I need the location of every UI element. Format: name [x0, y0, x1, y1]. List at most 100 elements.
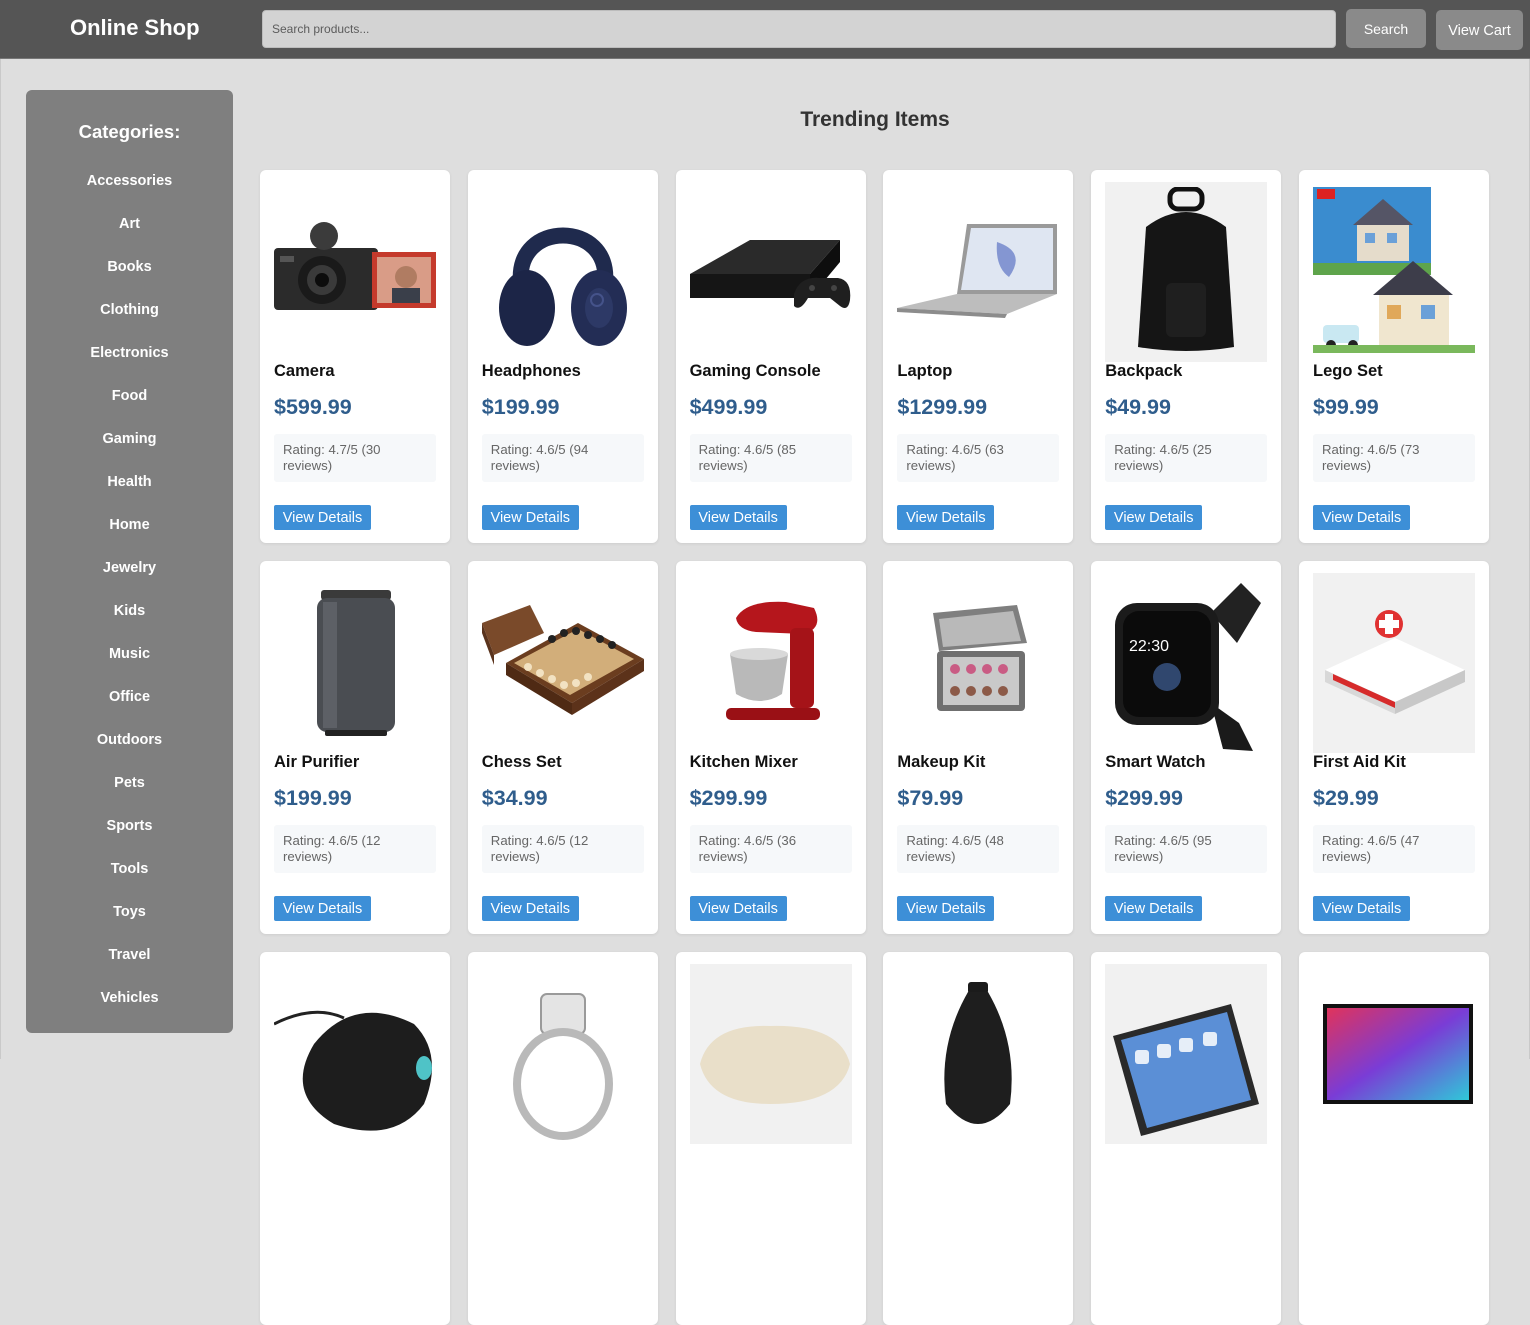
- product-image[interactable]: [482, 182, 644, 362]
- product-rating: Rating: 4.6/5 (36 reviews): [689, 825, 852, 873]
- product-image[interactable]: [897, 182, 1059, 362]
- product-image[interactable]: [1105, 182, 1268, 362]
- view-details-button[interactable]: View Details: [897, 896, 995, 921]
- view-details-button[interactable]: View Details: [1105, 896, 1203, 921]
- product-image[interactable]: 22:30: [1105, 573, 1267, 753]
- category-item-home[interactable]: Home: [26, 516, 233, 559]
- category-item-outdoors[interactable]: Outdoors: [26, 731, 233, 774]
- category-item-sports[interactable]: Sports: [26, 817, 233, 860]
- product-image[interactable]: [690, 573, 852, 753]
- product-name: Backpack: [1105, 362, 1183, 380]
- product-image[interactable]: [1312, 573, 1475, 753]
- view-details-button[interactable]: View Details: [1312, 896, 1410, 921]
- product-price: $49.99: [1105, 395, 1171, 419]
- category-item-books[interactable]: Books: [26, 258, 233, 301]
- view-cart-button[interactable]: View Cart: [1436, 10, 1523, 50]
- category-item-pets[interactable]: Pets: [26, 774, 233, 817]
- product-image[interactable]: [481, 573, 644, 753]
- product-image[interactable]: [897, 573, 1059, 753]
- category-item-tools[interactable]: Tools: [26, 860, 233, 903]
- view-details-button[interactable]: View Details: [897, 505, 995, 530]
- product-name: Gaming Console: [689, 362, 821, 380]
- product-card[interactable]: [467, 952, 658, 1325]
- category-item-electronics[interactable]: Electronics: [26, 344, 233, 387]
- product-card[interactable]: Laptop $1299.99 Rating: 4.6/5 (63 review…: [883, 170, 1074, 543]
- product-card[interactable]: Air Purifier $199.99 Rating: 4.6/5 (12 r…: [260, 561, 450, 934]
- category-item-travel[interactable]: Travel: [26, 946, 233, 989]
- view-details-button[interactable]: View Details: [481, 896, 579, 921]
- product-name: Air Purifier: [274, 753, 360, 771]
- product-image[interactable]: [1105, 964, 1268, 1144]
- product-image[interactable]: [1312, 182, 1475, 362]
- air-purifier-icon: [317, 590, 395, 736]
- product-image[interactable]: [482, 964, 644, 1144]
- mouse-icon: [274, 1010, 432, 1131]
- product-card[interactable]: 22:30 Smart Watch $299.99 Rating: 4.6/5 …: [1091, 561, 1282, 934]
- product-card[interactable]: [260, 952, 450, 1325]
- makeup-case-icon: [933, 605, 1028, 711]
- product-price: $1299.99: [897, 395, 988, 419]
- camera-icon: [274, 222, 436, 310]
- svg-text:22:30: 22:30: [1129, 638, 1169, 655]
- category-item-music[interactable]: Music: [26, 645, 233, 688]
- product-image[interactable]: [689, 182, 852, 362]
- product-card[interactable]: Chess Set $34.99 Rating: 4.6/5 (12 revie…: [467, 561, 658, 934]
- product-price: $499.99: [689, 395, 768, 419]
- product-image[interactable]: [1313, 964, 1475, 1144]
- product-card[interactable]: Gaming Console $499.99 Rating: 4.6/5 (85…: [675, 170, 866, 543]
- category-item-clothing[interactable]: Clothing: [26, 301, 233, 344]
- product-image[interactable]: [274, 182, 436, 362]
- search-input[interactable]: [262, 10, 1336, 48]
- category-sidebar: Categories: Accessories Art Books Clothi…: [26, 90, 233, 1033]
- view-details-button[interactable]: View Details: [274, 505, 371, 530]
- product-card[interactable]: [675, 952, 866, 1325]
- brand-title[interactable]: Online Shop: [70, 15, 200, 41]
- product-image[interactable]: [897, 964, 1059, 1144]
- product-card[interactable]: [883, 952, 1074, 1325]
- game-console-icon: [689, 240, 850, 308]
- product-name: First Aid Kit: [1312, 753, 1406, 771]
- product-rating: Rating: 4.6/5 (48 reviews): [897, 825, 1060, 873]
- view-details-button[interactable]: View Details: [1312, 505, 1410, 530]
- product-card[interactable]: [1298, 952, 1489, 1325]
- product-image[interactable]: [274, 573, 436, 753]
- product-card[interactable]: Backpack $49.99 Rating: 4.6/5 (25 review…: [1091, 170, 1282, 543]
- view-details-button[interactable]: View Details: [689, 896, 787, 921]
- pillow-icon: [699, 1025, 850, 1104]
- product-image[interactable]: [689, 964, 852, 1144]
- product-price: $299.99: [1105, 786, 1183, 810]
- product-card[interactable]: [1091, 952, 1282, 1325]
- product-name: Smart Watch: [1105, 753, 1206, 771]
- product-card[interactable]: First Aid Kit $29.99 Rating: 4.6/5 (47 r…: [1298, 561, 1489, 934]
- view-details-button[interactable]: View Details: [689, 505, 787, 530]
- tv-icon: [1322, 1004, 1473, 1104]
- first-aid-icon: [1324, 610, 1465, 714]
- category-item-kids[interactable]: Kids: [26, 602, 233, 645]
- product-card[interactable]: Camera $599.99 Rating: 4.7/5 (30 reviews…: [260, 170, 450, 543]
- category-item-toys[interactable]: Toys: [26, 903, 233, 946]
- search-button[interactable]: Search: [1346, 9, 1426, 48]
- category-item-art[interactable]: Art: [26, 215, 233, 258]
- category-item-accessories[interactable]: Accessories: [26, 172, 233, 215]
- category-item-vehicles[interactable]: Vehicles: [26, 989, 233, 1032]
- smartwatch-icon: 22:30: [1115, 583, 1262, 751]
- product-card[interactable]: Kitchen Mixer $299.99 Rating: 4.6/5 (36 …: [675, 561, 866, 934]
- product-card[interactable]: Headphones $199.99 Rating: 4.6/5 (94 rev…: [467, 170, 658, 543]
- sidebar-title: Categories:: [78, 121, 181, 142]
- product-rating: Rating: 4.6/5 (85 reviews): [689, 434, 852, 482]
- category-item-jewelry[interactable]: Jewelry: [26, 559, 233, 602]
- category-item-health[interactable]: Health: [26, 473, 233, 516]
- view-details-button[interactable]: View Details: [274, 896, 371, 921]
- view-details-button[interactable]: View Details: [1105, 505, 1203, 530]
- product-price: $599.99: [274, 395, 352, 419]
- product-card[interactable]: Makeup Kit $79.99 Rating: 4.6/5 (48 revi…: [883, 561, 1074, 934]
- product-name: Makeup Kit: [897, 753, 986, 771]
- view-details-button[interactable]: View Details: [481, 505, 579, 530]
- category-item-gaming[interactable]: Gaming: [26, 430, 233, 473]
- product-grid: Camera $599.99 Rating: 4.7/5 (30 reviews…: [260, 170, 1490, 1325]
- category-item-office[interactable]: Office: [26, 688, 233, 731]
- product-name: Camera: [274, 362, 335, 380]
- product-image[interactable]: [274, 964, 436, 1144]
- product-card[interactable]: Lego Set $99.99 Rating: 4.6/5 (73 review…: [1298, 170, 1489, 543]
- category-item-food[interactable]: Food: [26, 387, 233, 430]
